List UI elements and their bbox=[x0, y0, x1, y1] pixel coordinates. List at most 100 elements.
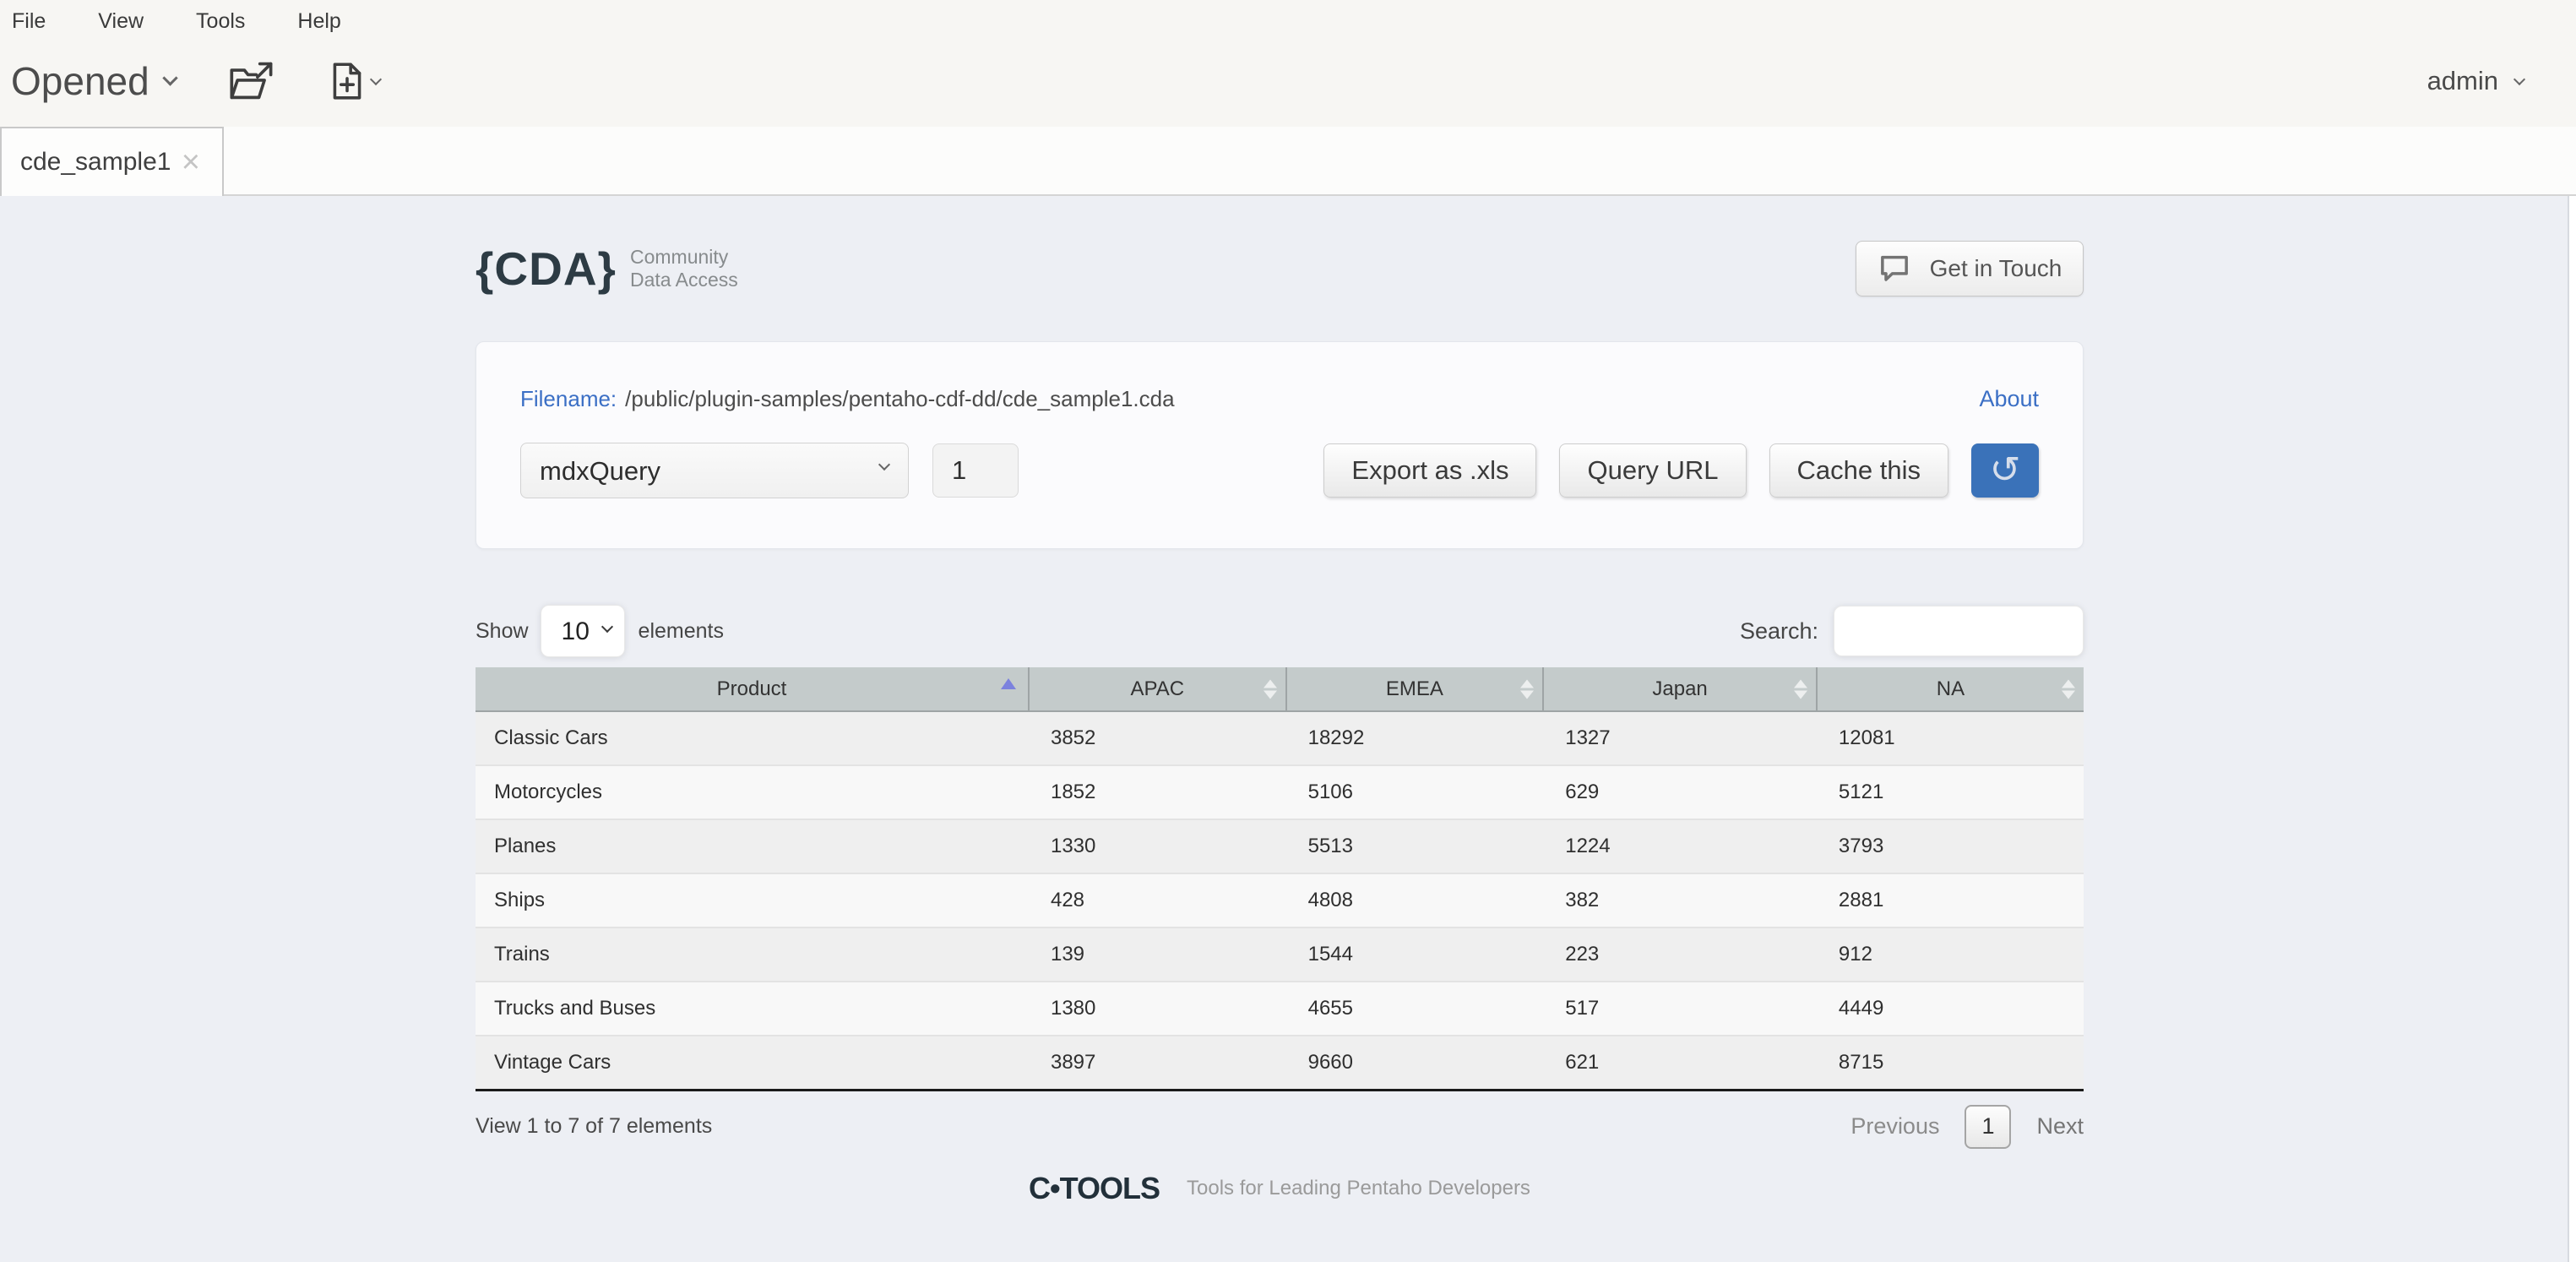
username-label: admin bbox=[2427, 66, 2498, 96]
column-label: Product bbox=[717, 677, 787, 700]
about-link[interactable]: About bbox=[1979, 386, 2039, 412]
cda-brand-logo: {CDA} bbox=[476, 242, 617, 296]
menu-item-tools[interactable]: Tools bbox=[196, 9, 245, 34]
value-cell: 139 bbox=[1029, 927, 1286, 982]
query-select-wrap: mdxQuery bbox=[520, 443, 909, 498]
previous-page-button[interactable]: Previous bbox=[1850, 1113, 1939, 1140]
tab-strip: cde_sample1 × bbox=[0, 127, 2576, 196]
table-row: Trains1391544223912 bbox=[476, 927, 2084, 982]
value-cell: 5121 bbox=[1817, 765, 2084, 819]
value-cell: 5106 bbox=[1286, 765, 1544, 819]
show-label: Show bbox=[476, 619, 529, 644]
value-cell: 382 bbox=[1543, 873, 1817, 927]
table-info: View 1 to 7 of 7 elements bbox=[476, 1114, 712, 1139]
column-label: Japan bbox=[1652, 677, 1707, 700]
new-file-button[interactable] bbox=[328, 60, 380, 102]
search-label: Search: bbox=[1740, 618, 1818, 645]
product-cell: Vintage Cars bbox=[476, 1036, 1029, 1090]
cache-this-button[interactable]: Cache this bbox=[1769, 443, 1948, 498]
refresh-button[interactable]: ↺ bbox=[1971, 443, 2039, 498]
column-label: EMEA bbox=[1386, 677, 1443, 700]
ctools-tagline: Tools for Leading Pentaho Developers bbox=[1187, 1177, 1530, 1200]
tab-cde-sample1[interactable]: cde_sample1 × bbox=[0, 127, 224, 196]
value-cell: 1327 bbox=[1543, 711, 1817, 765]
cda-logo: {CDA} Community Data Access bbox=[476, 242, 738, 296]
value-cell: 4655 bbox=[1286, 982, 1544, 1036]
opened-label: Opened bbox=[11, 58, 149, 104]
folder-open-icon bbox=[228, 59, 275, 103]
ctools-footer: C•TOOLS Tools for Leading Pentaho Develo… bbox=[476, 1171, 2084, 1206]
value-cell: 1224 bbox=[1543, 819, 1817, 873]
right-edge-strip bbox=[2568, 196, 2576, 1262]
value-cell: 12081 bbox=[1817, 711, 2084, 765]
column-header-product[interactable]: Product bbox=[476, 667, 1029, 711]
chevron-down-icon bbox=[2514, 73, 2525, 84]
tab-label: cde_sample1 bbox=[20, 148, 171, 177]
opened-dropdown[interactable]: Opened bbox=[11, 58, 176, 104]
open-file-button[interactable] bbox=[228, 59, 275, 103]
query-controls: mdxQuery Export as .xls Query URL Cache … bbox=[520, 443, 2039, 498]
menu-item-view[interactable]: View bbox=[98, 9, 144, 34]
search-input[interactable] bbox=[1834, 606, 2084, 656]
table-header-row: Product APAC EMEA Japan NA bbox=[476, 667, 2084, 711]
table-row: Ships42848083822881 bbox=[476, 873, 2084, 927]
speech-bubble-icon bbox=[1878, 252, 1911, 286]
get-in-touch-button[interactable]: Get in Touch bbox=[1856, 241, 2084, 296]
ctools-logo: C•TOOLS bbox=[1029, 1171, 1160, 1206]
product-cell: Motorcycles bbox=[476, 765, 1029, 819]
product-cell: Trucks and Buses bbox=[476, 982, 1029, 1036]
column-header-japan[interactable]: Japan bbox=[1543, 667, 1817, 711]
table-body: Classic Cars385218292132712081Motorcycle… bbox=[476, 711, 2084, 1090]
value-cell: 2881 bbox=[1817, 873, 2084, 927]
pagination: Previous 1 Next bbox=[1850, 1105, 2084, 1149]
toolbar: Opened admin bbox=[0, 35, 2576, 127]
menubar: File View Tools Help bbox=[0, 0, 2576, 35]
column-header-na[interactable]: NA bbox=[1817, 667, 2084, 711]
filename-path: /public/plugin-samples/pentaho-cdf-dd/cd… bbox=[625, 386, 1174, 412]
value-cell: 621 bbox=[1543, 1036, 1817, 1090]
filename-row: Filename: /public/plugin-samples/pentaho… bbox=[520, 386, 2039, 412]
filename-label: Filename: bbox=[520, 386, 617, 412]
product-cell: Trains bbox=[476, 927, 1029, 982]
page-size-select[interactable]: 10 bbox=[541, 605, 625, 657]
table-row: Trucks and Buses138046555174449 bbox=[476, 982, 2084, 1036]
new-file-icon bbox=[328, 60, 367, 102]
refresh-icon: ↺ bbox=[1990, 449, 2021, 492]
cda-container: {CDA} Community Data Access Get in Touch… bbox=[476, 196, 2084, 1206]
value-cell: 1330 bbox=[1029, 819, 1286, 873]
product-cell: Ships bbox=[476, 873, 1029, 927]
chevron-down-icon bbox=[162, 70, 177, 85]
export-xls-button[interactable]: Export as .xls bbox=[1323, 443, 1536, 498]
value-cell: 3897 bbox=[1029, 1036, 1286, 1090]
table-row: Classic Cars385218292132712081 bbox=[476, 711, 2084, 765]
query-select[interactable]: mdxQuery bbox=[520, 443, 909, 498]
column-header-apac[interactable]: APAC bbox=[1029, 667, 1286, 711]
value-cell: 4808 bbox=[1286, 873, 1544, 927]
cda-subtitle-line1: Community bbox=[630, 246, 728, 268]
menu-item-file[interactable]: File bbox=[12, 9, 46, 34]
next-page-button[interactable]: Next bbox=[2036, 1113, 2084, 1140]
query-panel: Filename: /public/plugin-samples/pentaho… bbox=[476, 341, 2084, 549]
query-url-button[interactable]: Query URL bbox=[1559, 443, 1746, 498]
cda-header: {CDA} Community Data Access Get in Touch bbox=[476, 235, 2084, 302]
value-cell: 1380 bbox=[1029, 982, 1286, 1036]
query-param-input[interactable] bbox=[932, 443, 1019, 498]
user-menu[interactable]: admin bbox=[2427, 66, 2542, 96]
value-cell: 428 bbox=[1029, 873, 1286, 927]
table-row: Motorcycles185251066295121 bbox=[476, 765, 2084, 819]
value-cell: 3793 bbox=[1817, 819, 2084, 873]
value-cell: 1544 bbox=[1286, 927, 1544, 982]
current-page-button[interactable]: 1 bbox=[1965, 1105, 2011, 1149]
sort-icon bbox=[1520, 679, 1534, 699]
value-cell: 18292 bbox=[1286, 711, 1544, 765]
value-cell: 3852 bbox=[1029, 711, 1286, 765]
column-header-emea[interactable]: EMEA bbox=[1286, 667, 1544, 711]
get-in-touch-label: Get in Touch bbox=[1930, 255, 2062, 282]
value-cell: 629 bbox=[1543, 765, 1817, 819]
sort-icon bbox=[2062, 679, 2075, 699]
menu-item-help[interactable]: Help bbox=[297, 9, 340, 34]
value-cell: 912 bbox=[1817, 927, 2084, 982]
datatable-controls: Show 10 elements Search: bbox=[476, 605, 2084, 657]
column-label: APAC bbox=[1131, 677, 1185, 700]
close-icon[interactable]: × bbox=[182, 146, 200, 178]
